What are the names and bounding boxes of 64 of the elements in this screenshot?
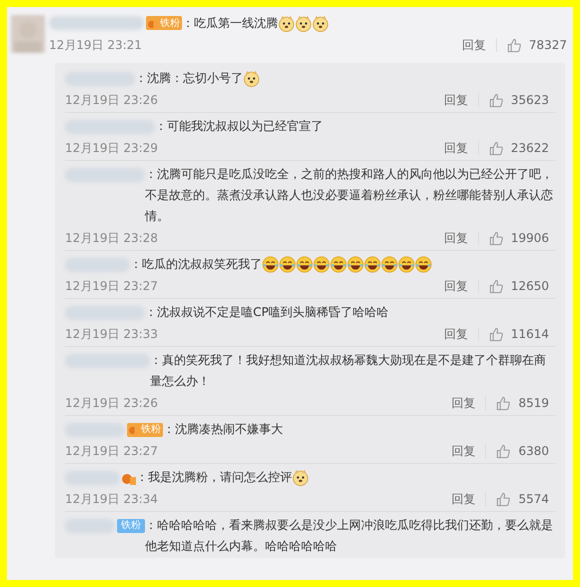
- timestamp: 12月19日 23:28: [65, 230, 158, 246]
- timestamp: 12月19日 23:34: [65, 490, 158, 508]
- thumbs-up-icon: [488, 278, 504, 294]
- reply-text: ：哈哈哈哈哈，看来腾叔要么是没少上网冲浪吃瓜吃得比我们还勤，要么就是他老知道点什么内幕。哈哈哈哈哈哈: [145, 518, 553, 553]
- reply-text: ：真的笑死我了！我好想知道沈叔叔杨幂魏大勋现在是不是建了个群聊在商量怎么办！: [150, 353, 546, 388]
- fan-badge: 铁粉: [117, 518, 145, 532]
- like-button[interactable]: 5574: [496, 492, 549, 506]
- timestamp: 12月19日 23:26: [65, 394, 158, 412]
- reply-link[interactable]: 回复: [444, 278, 468, 294]
- laughing-face-icon: [364, 256, 381, 274]
- reply-text: ：沈腾凑热闹不嫌事大: [163, 422, 283, 436]
- reply-link[interactable]: 回复: [462, 36, 486, 54]
- reply-text: ：沈叔叔说不定是嗑CP嗑到头脑稀昏了哈哈哈: [145, 305, 389, 319]
- fan-badge: 铁粉: [146, 16, 182, 30]
- thumbs-up-icon: [496, 492, 512, 506]
- reply-link[interactable]: 回复: [451, 442, 476, 460]
- reply-link[interactable]: 回复: [444, 140, 468, 156]
- timestamp: 12月19日 23:27: [65, 278, 158, 294]
- comment-text: ：吃瓜第一线沈腾: [182, 14, 278, 32]
- reply-link[interactable]: 回复: [451, 394, 476, 412]
- timestamp: 12月19日 23:29: [65, 140, 158, 156]
- like-button[interactable]: 23622: [488, 140, 549, 156]
- dog-face-icon: [295, 14, 312, 32]
- laughing-face-icon: [381, 256, 398, 274]
- like-button[interactable]: 6380: [496, 444, 549, 458]
- laughing-face-icon: [262, 256, 279, 274]
- laughing-face-icon: [398, 256, 415, 274]
- reply-link[interactable]: 回复: [444, 92, 468, 108]
- like-button[interactable]: 19906: [488, 230, 549, 246]
- reply-text: ：可能我沈叔叔以为已经官宣了: [155, 119, 323, 133]
- like-button[interactable]: 35623: [488, 92, 549, 108]
- like-button[interactable]: 78327: [506, 38, 567, 52]
- dog-face-icon: [243, 70, 260, 88]
- laughing-face-icon: [415, 256, 432, 274]
- laughing-face-icon: [296, 256, 313, 274]
- thumbs-up-icon: [488, 230, 504, 246]
- reply-text: ：沈腾：忘切小号了: [135, 71, 243, 85]
- reply-text: ：我是沈腾粉，请问怎么控评: [136, 470, 292, 484]
- like-button[interactable]: 12650: [488, 278, 549, 294]
- thumbs-up-icon: [488, 326, 504, 342]
- timestamp: 12月19日 23:26: [65, 92, 158, 108]
- reply-link[interactable]: 回复: [444, 326, 468, 342]
- like-button[interactable]: 11614: [488, 326, 549, 342]
- thumbs-up-icon: [506, 38, 522, 52]
- laughing-face-icon: [313, 256, 330, 274]
- laughing-face-icon: [347, 256, 364, 274]
- thumbs-up-icon: [488, 92, 504, 108]
- reply-link[interactable]: 回复: [451, 490, 476, 508]
- laughing-face-icon: [279, 256, 296, 274]
- timestamp: 12月19日 23:21: [49, 36, 142, 54]
- like-button[interactable]: 8519: [496, 396, 549, 410]
- timestamp: 12月19日 23:33: [65, 326, 158, 342]
- laughing-face-icon: [330, 256, 347, 274]
- thumbs-up-icon: [488, 140, 504, 156]
- thumbs-up-icon: [496, 444, 512, 458]
- reply-text: ：沈腾可能只是吃瓜没吃全，之前的热搜和路人的风向他以为已经公开了吧，不是故意的。蒸煮没承认路人也没必要逼着粉丝承认，粉丝哪能替别人承认恋情。: [145, 167, 553, 223]
- reply-text: ：吃瓜的沈叔叔笑死我了: [130, 257, 262, 271]
- dog-face-icon: [292, 469, 309, 486]
- reply-link[interactable]: 回复: [444, 230, 468, 246]
- dog-face-icon: [278, 14, 295, 32]
- thumbs-up-icon: [496, 396, 512, 410]
- fan-badge: 铁粉: [127, 422, 163, 436]
- timestamp: 12月19日 23:27: [65, 442, 158, 460]
- dog-face-icon: [312, 14, 329, 32]
